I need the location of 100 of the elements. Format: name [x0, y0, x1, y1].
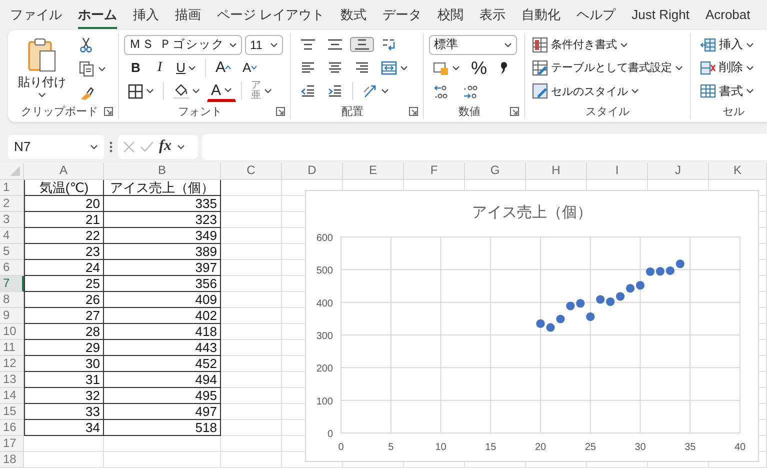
- column-header[interactable]: J: [648, 163, 709, 180]
- dialog-launcher-icon[interactable]: [104, 106, 113, 116]
- row-header[interactable]: 6: [0, 260, 24, 276]
- name-box[interactable]: N7: [8, 134, 104, 158]
- column-header[interactable]: F: [404, 163, 465, 180]
- row-header[interactable]: 15: [0, 404, 24, 420]
- percent-style-button[interactable]: %: [467, 56, 492, 80]
- delete-button[interactable]: 削除: [696, 57, 758, 78]
- decrease-decimal-icon: [462, 84, 480, 100]
- table-format-icon: [532, 60, 548, 76]
- insert-cells-icon: [700, 36, 716, 53]
- row-header[interactable]: 12: [0, 356, 24, 372]
- cell-styles-button[interactable]: セルのスタイル: [530, 81, 641, 102]
- font-size-dropdown[interactable]: 11: [245, 34, 283, 54]
- axis-tick-label: 0: [338, 442, 344, 453]
- phonetic-guide-button[interactable]: ア亜: [247, 79, 276, 103]
- column-header[interactable]: D: [282, 163, 343, 180]
- menu-tab[interactable]: 校閲: [438, 2, 464, 28]
- paste-button[interactable]: 貼り付け: [15, 33, 69, 102]
- row-header[interactable]: 10: [0, 324, 24, 340]
- table-cell: 20: [24, 196, 104, 212]
- row-header[interactable]: 5: [0, 244, 24, 260]
- menu-tab[interactable]: 数式: [340, 2, 367, 28]
- column-header[interactable]: G: [465, 163, 526, 180]
- row-header[interactable]: 14: [0, 388, 24, 404]
- caret-icon: [188, 64, 196, 70]
- caret-icon: [146, 88, 154, 94]
- row-header[interactable]: 2: [0, 196, 24, 212]
- middle-align-icon: [327, 39, 343, 50]
- axis-tick-label: 30: [634, 442, 646, 453]
- dialog-launcher-icon[interactable]: [510, 106, 519, 116]
- menu-tab[interactable]: ページ レイアウト: [217, 2, 325, 28]
- wrap-text-icon: [381, 36, 397, 53]
- insert-function-button[interactable]: fx: [159, 138, 172, 155]
- underline-button[interactable]: U: [172, 58, 200, 77]
- dialog-launcher-icon[interactable]: [276, 106, 285, 116]
- decrease-indent-icon: [300, 83, 316, 100]
- data-point: [676, 259, 684, 268]
- row-header[interactable]: 7: [0, 276, 24, 292]
- dialog-launcher-icon[interactable]: [409, 106, 418, 116]
- column-header[interactable]: B: [104, 163, 221, 180]
- caret-icon: [675, 64, 683, 71]
- decrease-font-size-button[interactable]: A: [238, 58, 262, 77]
- group-label: セル: [722, 104, 746, 118]
- more-options-icon[interactable]: [108, 140, 114, 154]
- row-header[interactable]: 13: [0, 372, 24, 388]
- number-format-dropdown[interactable]: 標準: [429, 34, 517, 54]
- italic-button[interactable]: I: [150, 58, 170, 78]
- caret-icon: [224, 87, 232, 93]
- bottom-align-icon: [354, 39, 370, 50]
- column-header[interactable]: A: [24, 163, 104, 180]
- row-header[interactable]: 11: [0, 340, 24, 356]
- menu-tab[interactable]: Acrobat: [705, 3, 750, 27]
- conditional-formatting-button[interactable]: 条件付き書式: [530, 34, 630, 55]
- delete-cells-icon: [700, 60, 716, 76]
- column-header[interactable]: E: [343, 163, 404, 180]
- column-header[interactable]: C: [221, 163, 282, 180]
- row-header[interactable]: 3: [0, 212, 24, 228]
- table-cell: 323: [104, 212, 221, 228]
- menu-tab[interactable]: ヘルプ: [576, 2, 616, 28]
- insert-button[interactable]: 挿入: [696, 34, 758, 56]
- menu-tab[interactable]: Just Right: [632, 3, 690, 27]
- row-header[interactable]: 17: [0, 436, 24, 452]
- data-point: [586, 312, 595, 321]
- data-point: [576, 299, 585, 308]
- caret-icon: [176, 144, 184, 150]
- increase-font-size-button[interactable]: A: [211, 57, 236, 78]
- row-header[interactable]: 4: [0, 228, 24, 244]
- menu-tab[interactable]: 表示: [480, 2, 506, 28]
- menu-tab[interactable]: データ: [382, 2, 422, 28]
- menu-tab[interactable]: 自動化: [522, 2, 561, 28]
- column-header[interactable]: H: [526, 163, 587, 180]
- check-icon[interactable]: [140, 140, 154, 152]
- bold-button[interactable]: B: [124, 58, 148, 77]
- caret-icon: [620, 42, 628, 48]
- column-header[interactable]: K: [709, 163, 767, 180]
- axis-tick-label: 35: [684, 442, 696, 453]
- axis-tick-label: 600: [316, 233, 333, 244]
- menu-tab[interactable]: ファイル: [10, 2, 62, 28]
- column-header[interactable]: I: [587, 163, 648, 180]
- font-name-dropdown[interactable]: ＭＳ Ｐゴシック: [124, 34, 242, 54]
- font-color-button[interactable]: A: [207, 80, 236, 102]
- row-header[interactable]: 8: [0, 292, 24, 308]
- merge-cells-icon: [381, 60, 397, 76]
- caret-icon: [452, 65, 460, 71]
- row-header[interactable]: 16: [0, 420, 24, 436]
- paintbrush-icon: [79, 85, 95, 101]
- format-as-table-button[interactable]: テーブルとして書式設定: [530, 58, 685, 78]
- format-button[interactable]: 書式: [696, 80, 758, 102]
- bottom-align-button[interactable]: [350, 37, 374, 52]
- currency-format-icon: [433, 60, 449, 76]
- row-header[interactable]: 1: [0, 180, 24, 196]
- cell-styles-icon: [532, 83, 548, 100]
- menu-tab[interactable]: 描画: [175, 2, 201, 28]
- row-header[interactable]: 18: [0, 452, 24, 468]
- group-label: 数値: [458, 104, 482, 118]
- caret-icon: [38, 92, 46, 98]
- row-header[interactable]: 9: [0, 308, 24, 324]
- table-cell: 335: [104, 196, 221, 212]
- menu-tab[interactable]: 挿入: [133, 2, 159, 28]
